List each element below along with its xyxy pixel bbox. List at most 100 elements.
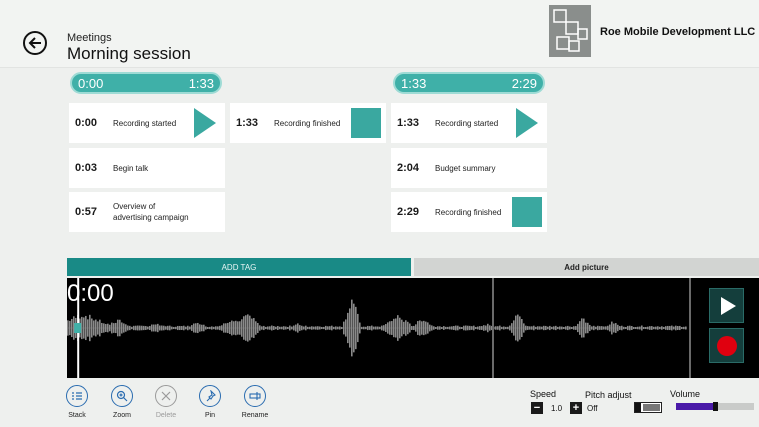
waveform-bar [117, 319, 119, 337]
waveform-bar [387, 322, 389, 334]
waveform-bar [221, 325, 223, 331]
play-button[interactable] [709, 288, 744, 323]
waveform-bar [507, 326, 509, 330]
waveform-bar [101, 322, 103, 334]
waveform-panel[interactable]: 0:00 [67, 278, 759, 378]
company-name: Roe Mobile Development LLC [600, 26, 756, 38]
add-tag-button[interactable]: ADD TAG [67, 258, 411, 276]
play-tag-button[interactable] [189, 107, 221, 139]
waveform-bar [623, 326, 625, 330]
waveform-bar [121, 322, 123, 334]
segment-end: 2:29 [511, 75, 537, 91]
tag-card[interactable]: 0:03 Begin talk [69, 148, 225, 188]
tag-card[interactable]: 2:04 Budget summary [391, 148, 547, 188]
waveform-bar [283, 326, 285, 330]
waveform-bar [229, 321, 231, 335]
back-button[interactable] [23, 31, 47, 55]
waveform-bar [525, 325, 527, 331]
waveform-bar [107, 323, 109, 333]
waveform-bar [483, 325, 485, 331]
waveform-bar [607, 325, 609, 331]
zoom-icon [111, 385, 133, 407]
waveform-bar [279, 326, 281, 330]
waveform-bar [295, 324, 297, 332]
waveform-bar [649, 326, 651, 330]
waveform-bar [667, 325, 669, 331]
waveform-bar [653, 326, 655, 330]
add-picture-button[interactable]: Add picture [414, 258, 759, 276]
waveform-bar [583, 318, 585, 338]
waveform-bar [405, 320, 407, 336]
record-button[interactable] [709, 328, 744, 363]
waveform-bar [119, 319, 121, 337]
pitch-toggle[interactable] [634, 402, 662, 413]
record-icon [716, 335, 737, 356]
tag-card[interactable]: 0:57 Overview of advertising campaign [69, 192, 225, 232]
waveform-bar [89, 314, 91, 342]
pin-icon [199, 385, 221, 407]
waveform-bar [187, 325, 189, 331]
pitch-toggle-button[interactable]: + [570, 402, 582, 414]
waveform-bar [593, 325, 595, 331]
volume-slider[interactable] [676, 402, 754, 411]
waveform-bar [631, 326, 633, 330]
tag-label: Overview of advertising campaign [113, 202, 189, 222]
speed-decrease-button[interactable]: − [531, 402, 543, 414]
waveform-bar [293, 325, 295, 331]
rename-button[interactable]: Rename [235, 385, 275, 419]
waveform-bar [609, 324, 611, 332]
waveform-bar [681, 326, 683, 330]
waveform[interactable] [67, 278, 759, 378]
stop-tag-button[interactable] [511, 196, 543, 228]
waveform-bar [247, 314, 249, 342]
waveform-bar [321, 326, 323, 330]
waveform-bar [427, 322, 429, 334]
waveform-bar [435, 326, 437, 330]
waveform-bar [131, 326, 133, 330]
tag-card[interactable]: 1:33 Recording started [391, 103, 547, 143]
segment-header: 1:33 2:29 [393, 72, 545, 94]
waveform-bar [637, 326, 639, 330]
waveform-bar [575, 326, 577, 330]
waveform-bar [645, 326, 647, 330]
delete-button[interactable]: Delete [146, 385, 186, 419]
waveform-bar [171, 326, 173, 330]
segment-end: 1:33 [188, 75, 214, 91]
waveform-bar [183, 325, 185, 331]
stack-button[interactable]: Stack [57, 385, 97, 419]
waveform-bar [359, 322, 361, 334]
waveform-bar [601, 326, 603, 330]
waveform-bar [253, 318, 255, 338]
tag-card[interactable]: 1:33 Recording finished [230, 103, 386, 143]
pin-button[interactable]: Pin [190, 385, 230, 419]
waveform-bar [113, 323, 115, 333]
waveform-bar [539, 326, 541, 330]
waveform-bar [85, 315, 87, 341]
arrow-left-icon [28, 37, 41, 49]
waveform-bar [523, 323, 525, 333]
stop-icon [512, 197, 542, 227]
waveform-bar [211, 326, 213, 330]
waveform-bar [399, 317, 401, 339]
waveform-bar [627, 325, 629, 331]
waveform-bar [161, 325, 163, 331]
waveform-bar [465, 325, 467, 331]
tag-card[interactable]: 2:29 Recording finished [391, 192, 547, 232]
tag-card[interactable]: 0:00 Recording started [69, 103, 225, 143]
waveform-bar [99, 319, 101, 337]
breadcrumb[interactable]: Meetings [67, 32, 112, 44]
stop-tag-button[interactable] [350, 107, 382, 139]
waveform-bar [355, 306, 357, 350]
volume-thumb[interactable] [713, 402, 718, 411]
waveform-bar [475, 326, 477, 330]
waveform-bar [675, 325, 677, 331]
waveform-bar [501, 326, 503, 330]
waveform-bar [213, 326, 215, 330]
play-tag-button[interactable] [511, 107, 543, 139]
waveform-bar [97, 321, 99, 335]
zoom-button[interactable]: Zoom [102, 385, 142, 419]
waveform-bar [209, 326, 211, 330]
waveform-bar [205, 326, 207, 330]
waveform-bar [261, 326, 263, 330]
waveform-bar [317, 326, 319, 330]
